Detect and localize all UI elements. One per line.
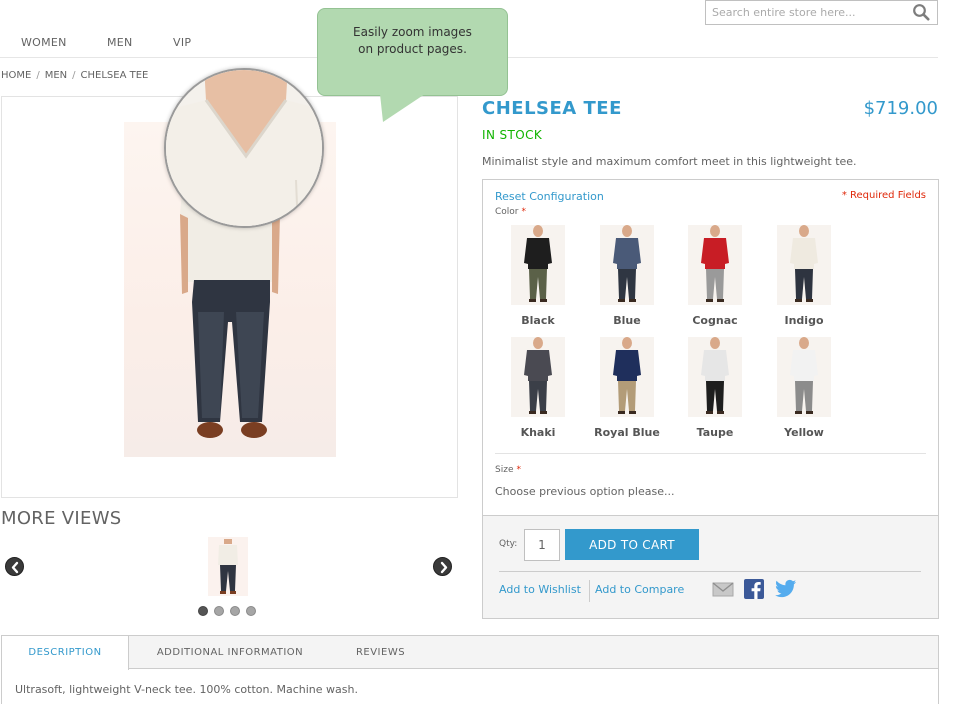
color-swatch-taupe[interactable]: Taupe [675,337,755,441]
prev-arrow-button[interactable] [5,557,24,576]
color-swatch-indigo[interactable]: Indigo [764,225,844,329]
swatch-image [688,225,742,305]
product-name: CHELSEA TEE [482,98,622,119]
carousel-dot-3[interactable] [230,606,240,616]
carousel-dot-1[interactable] [198,606,208,616]
twitter-icon[interactable] [775,579,797,599]
tab-description[interactable]: DESCRIPTION [2,636,129,670]
reset-configuration-link[interactable]: Reset Configuration [495,190,604,203]
tooltip-text: Easily zoom images on product pages. [353,25,472,56]
zoom-tooltip: Easily zoom images on product pages. [317,8,508,96]
email-icon[interactable] [712,579,734,599]
swatch-label: Yellow [784,426,824,439]
color-swatch-blue[interactable]: Blue [587,225,667,329]
zoom-lens [164,68,324,228]
qty-input[interactable] [524,529,560,561]
facebook-icon[interactable] [744,579,764,599]
options-divider [495,453,926,454]
description-text: Ultrasoft, lightweight V-neck tee. 100% … [15,683,358,696]
product-tabs: DESCRIPTION ADDITIONAL INFORMATION REVIE… [1,635,939,670]
thumbnail-image [218,539,238,594]
tooltip-pointer [380,94,425,122]
search-input[interactable] [712,2,907,23]
swatch-label: Taupe [696,426,734,439]
nav-item-women[interactable]: WOMEN [21,36,67,49]
product-price: $719.00 [863,98,938,119]
size-label: Size * [495,465,521,475]
swatch-image [777,337,831,417]
swatch-label: Royal Blue [594,426,660,439]
next-arrow-button[interactable] [433,557,452,576]
add-to-wishlist-link[interactable]: Add to Wishlist [499,583,581,596]
stock-status: IN STOCK [482,128,543,142]
swatch-image [600,225,654,305]
chevron-right-icon [440,561,448,574]
breadcrumb-current: CHELSEA TEE [80,70,149,81]
qty-label: Qty: [499,539,518,549]
swatch-image [777,225,831,305]
tab-content: Ultrasoft, lightweight V-neck tee. 100% … [1,668,939,704]
nav-item-vip[interactable]: VIP [173,36,191,49]
color-swatch-yellow[interactable]: Yellow [764,337,844,441]
tab-additional-information[interactable]: ADDITIONAL INFORMATION [136,636,324,669]
add-to-cart-box: Qty: ADD TO CART Add to Wishlist Add to … [482,515,939,619]
swatch-label: Black [521,314,555,327]
short-description: Minimalist style and maximum comfort mee… [482,155,857,168]
link-separator [589,580,590,602]
add-to-cart-button[interactable]: ADD TO CART [565,529,699,560]
swatch-image [600,337,654,417]
swatch-label: Khaki [520,426,556,439]
swatch-image [511,225,565,305]
color-swatch-royal-blue[interactable]: Royal Blue [587,337,667,441]
product-options: Reset Configuration * Required Fields Co… [482,179,939,516]
add-to-compare-link[interactable]: Add to Compare [595,583,684,596]
color-swatch-khaki[interactable]: Khaki [498,337,578,441]
breadcrumb-men[interactable]: MEN [45,70,67,81]
swatch-label: Blue [613,314,641,327]
breadcrumb: HOME / MEN / CHELSEA TEE [1,70,148,81]
search-box [705,0,938,25]
color-swatch-black[interactable]: Black [498,225,578,329]
size-message: Choose previous option please... [495,485,675,498]
search-icon[interactable] [912,3,930,21]
nav-item-men[interactable]: MEN [107,36,133,49]
more-views-thumbnail[interactable] [208,537,248,596]
more-views-title: MORE VIEWS [1,508,122,529]
carousel-dot-2[interactable] [214,606,224,616]
zoomed-image [166,70,322,226]
tab-reviews[interactable]: REVIEWS [342,636,419,669]
swatch-image [688,337,742,417]
color-label: Color * [495,207,526,217]
swatch-image [511,337,565,417]
required-fields-note: * Required Fields [841,190,926,201]
cart-divider [499,571,921,572]
breadcrumb-home[interactable]: HOME [1,70,31,81]
chevron-left-icon [11,561,19,574]
breadcrumb-separator: / [36,70,40,81]
swatch-label: Indigo [784,314,824,327]
swatch-label: Cognac [692,314,738,327]
carousel-dot-4[interactable] [246,606,256,616]
breadcrumb-separator: / [72,70,76,81]
color-swatch-cognac[interactable]: Cognac [675,225,755,329]
